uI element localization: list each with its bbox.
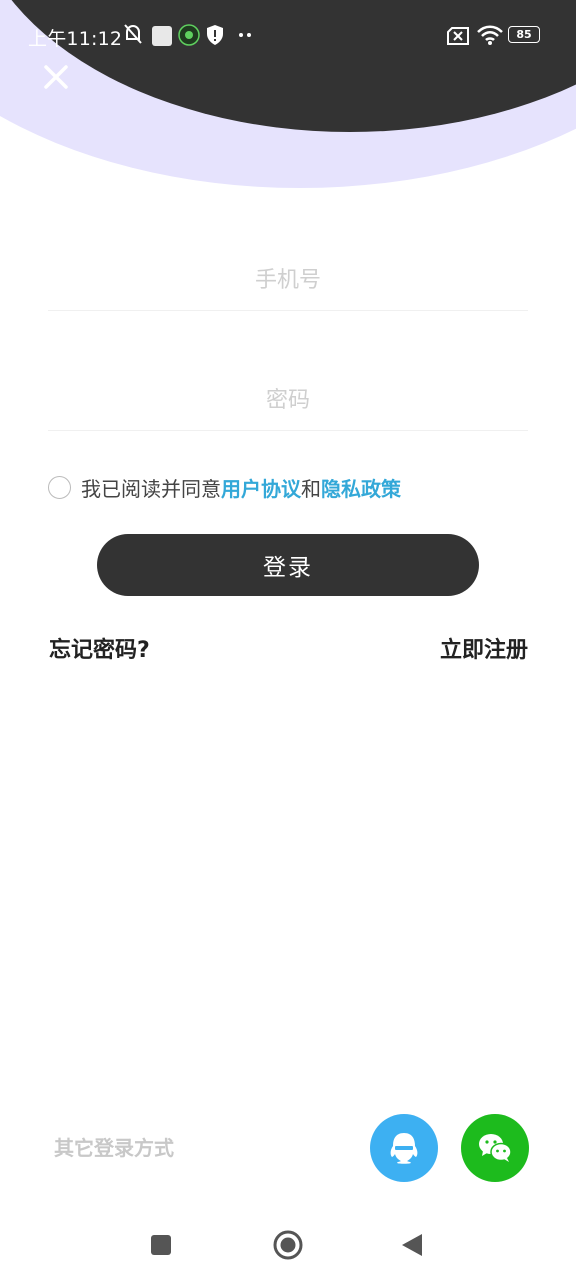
back-icon xyxy=(402,1234,422,1256)
agreement-text: 我已阅读并同意用户协议和隐私政策 xyxy=(81,473,401,502)
qq-icon xyxy=(390,1133,418,1164)
wechat-icon xyxy=(479,1134,512,1162)
square-app-icon xyxy=(152,26,172,46)
phone-input[interactable] xyxy=(48,250,528,310)
agree-checkbox[interactable] xyxy=(48,475,71,499)
wifi-icon xyxy=(477,25,503,45)
more-dots-icon xyxy=(239,33,251,37)
home-icon xyxy=(273,1230,303,1260)
agreement-row: 我已阅读并同意用户协议和隐私政策 xyxy=(48,470,401,504)
login-button[interactable]: 登录 xyxy=(97,534,479,596)
forgot-password-link[interactable]: 忘记密码? xyxy=(49,632,150,664)
battery-icon: 85 xyxy=(508,26,540,43)
recent-apps-button[interactable] xyxy=(150,1234,172,1260)
password-field xyxy=(48,370,528,431)
green-app-icon xyxy=(178,24,200,46)
wechat-login-button[interactable] xyxy=(461,1114,529,1182)
status-bar: 上午11:12 85 xyxy=(0,0,576,72)
home-button[interactable] xyxy=(272,1229,304,1265)
shield-icon xyxy=(207,25,223,45)
close-button[interactable] xyxy=(34,56,78,100)
register-link[interactable]: 立即注册 xyxy=(440,632,528,664)
privacy-policy-link[interactable]: 隐私政策 xyxy=(321,477,401,501)
qq-login-button[interactable] xyxy=(370,1114,438,1182)
status-time: 上午11:12 xyxy=(28,28,123,50)
user-agreement-link[interactable]: 用户协议 xyxy=(221,477,301,501)
other-login-label: 其它登录方式 xyxy=(54,1136,174,1160)
recent-apps-icon xyxy=(151,1235,171,1255)
sim-off-icon xyxy=(447,27,469,45)
back-button[interactable] xyxy=(400,1232,424,1262)
password-input[interactable] xyxy=(48,370,528,430)
bell-off-icon xyxy=(124,24,142,44)
agreement-and: 和 xyxy=(301,476,321,501)
phone-field xyxy=(48,250,528,311)
agreement-prefix: 我已阅读并同意 xyxy=(81,476,221,501)
close-icon xyxy=(44,65,68,89)
battery-level: 85 xyxy=(516,28,532,41)
